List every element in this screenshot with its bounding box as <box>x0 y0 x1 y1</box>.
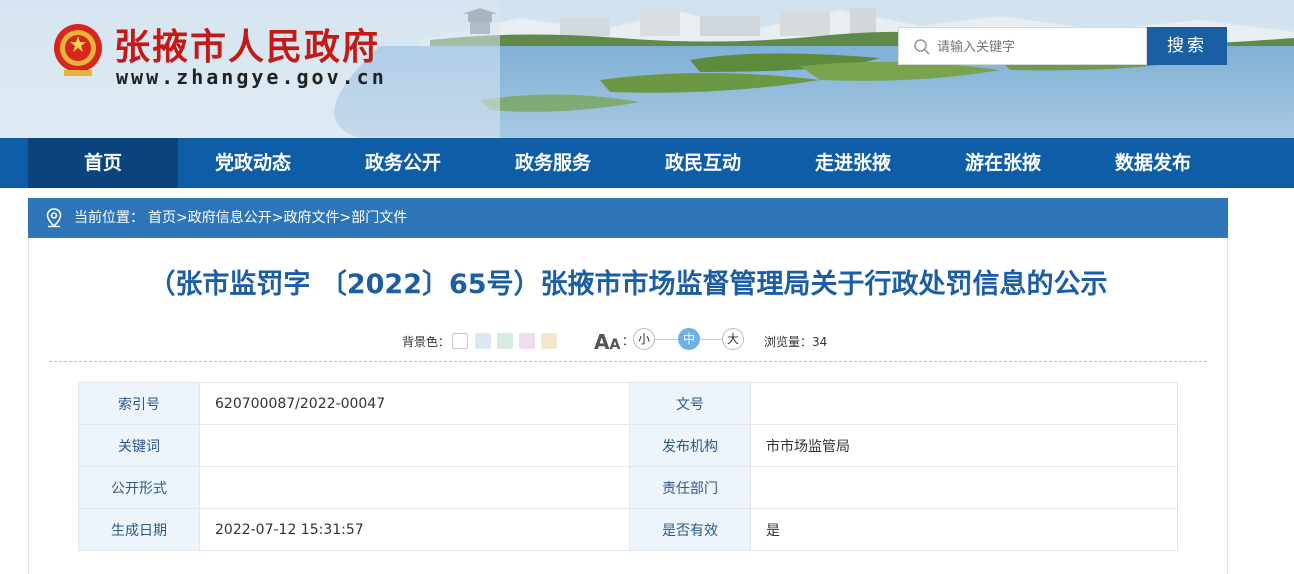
bg-swatch-tan[interactable] <box>541 333 557 349</box>
breadcrumb-dept-documents[interactable]: 部门文件 <box>351 210 407 226</box>
font-size-icon: AA <box>594 330 621 354</box>
site-url: www.zhangye.gov.cn <box>116 65 387 89</box>
nav-item-data-release[interactable]: 数据发布 <box>1078 138 1228 188</box>
info-key: 关键词 <box>78 424 200 467</box>
info-value: 是 <box>750 508 1178 551</box>
nav-item-travel[interactable]: 游在张掖 <box>928 138 1078 188</box>
bg-swatch-white[interactable] <box>452 333 468 349</box>
info-key: 公开形式 <box>78 466 200 509</box>
view-count-value: 34 <box>812 335 828 349</box>
location-pin-icon <box>46 208 62 228</box>
nav-item-party-news[interactable]: 党政动态 <box>178 138 328 188</box>
breadcrumb-separator: > <box>271 210 284 226</box>
info-key: 索引号 <box>78 382 200 425</box>
breadcrumb-gov-documents[interactable]: 政府文件 <box>283 210 339 226</box>
bg-swatch-pink[interactable] <box>519 333 535 349</box>
table-row: 关键词 发布机构 市市场监管局 <box>78 424 1178 467</box>
breadcrumb-label: 当前位置： <box>74 210 144 226</box>
nav-item-home[interactable]: 首页 <box>28 138 178 188</box>
search-button[interactable]: 搜索 <box>1147 27 1227 65</box>
search-input[interactable] <box>937 28 1137 64</box>
bg-swatch-green[interactable] <box>497 333 513 349</box>
header-banner: 张掖市人民政府 www.zhangye.gov.cn 搜索 <box>0 0 1294 138</box>
breadcrumb: 当前位置： 首页>政府信息公开>政府文件>部门文件 <box>28 198 1228 238</box>
font-size-medium-button[interactable]: 中 <box>678 328 700 350</box>
search-icon <box>914 39 930 55</box>
info-key: 责任部门 <box>629 466 751 509</box>
nav-item-about-zhangye[interactable]: 走进张掖 <box>778 138 928 188</box>
breadcrumb-separator: > <box>339 210 352 226</box>
info-value: 市市场监管局 <box>750 424 1178 467</box>
main-nav: 首页 党政动态 政务公开 政务服务 政民互动 走进张掖 游在张掖 数据发布 <box>0 138 1294 188</box>
nav-item-interaction[interactable]: 政民互动 <box>628 138 778 188</box>
document-info-table: 索引号 620700087/2022-00047 文号 关键词 发布机构 市市场… <box>78 382 1178 551</box>
table-row: 生成日期 2022-07-12 15:31:57 是否有效 是 <box>78 508 1178 551</box>
national-emblem-icon <box>54 24 102 76</box>
info-value: 2022-07-12 15:31:57 <box>199 508 630 551</box>
document-title: （张市监罚字 〔2022〕65号）张掖市市场监督管理局关于行政处罚信息的公示 <box>148 269 1108 300</box>
view-count: 浏览量：34 <box>764 333 827 350</box>
info-value: 620700087/2022-00047 <box>199 382 630 425</box>
view-count-label: 浏览量： <box>764 335 813 349</box>
breadcrumb-info-disclosure[interactable]: 政府信息公开 <box>188 210 272 226</box>
nav-item-government-affairs[interactable]: 政务公开 <box>328 138 478 188</box>
background-color-label: 背景色： <box>402 335 451 349</box>
site-title: 张掖市人民政府 <box>114 26 381 68</box>
info-key: 是否有效 <box>629 508 751 551</box>
breadcrumb-home[interactable]: 首页 <box>148 210 176 226</box>
table-row: 索引号 620700087/2022-00047 文号 <box>78 382 1178 425</box>
search-box <box>898 27 1147 65</box>
breadcrumb-separator: > <box>176 210 188 226</box>
breadcrumb-links: 首页>政府信息公开>政府文件>部门文件 <box>148 198 407 238</box>
table-row: 公开形式 责任部门 <box>78 466 1178 509</box>
reading-tools: 背景色： AA ： 小 中 大 浏览量：34 <box>0 326 1294 354</box>
nav-item-government-services[interactable]: 政务服务 <box>478 138 628 188</box>
info-value <box>199 466 630 509</box>
info-value <box>750 382 1178 425</box>
info-value <box>199 424 630 467</box>
info-value <box>750 466 1178 509</box>
bg-swatch-blue[interactable] <box>475 333 491 349</box>
info-key: 文号 <box>629 382 751 425</box>
info-key: 发布机构 <box>629 424 751 467</box>
font-size-large-button[interactable]: 大 <box>722 328 744 350</box>
dashed-divider <box>49 361 1207 362</box>
info-key: 生成日期 <box>78 508 200 551</box>
font-size-small-button[interactable]: 小 <box>633 328 655 350</box>
